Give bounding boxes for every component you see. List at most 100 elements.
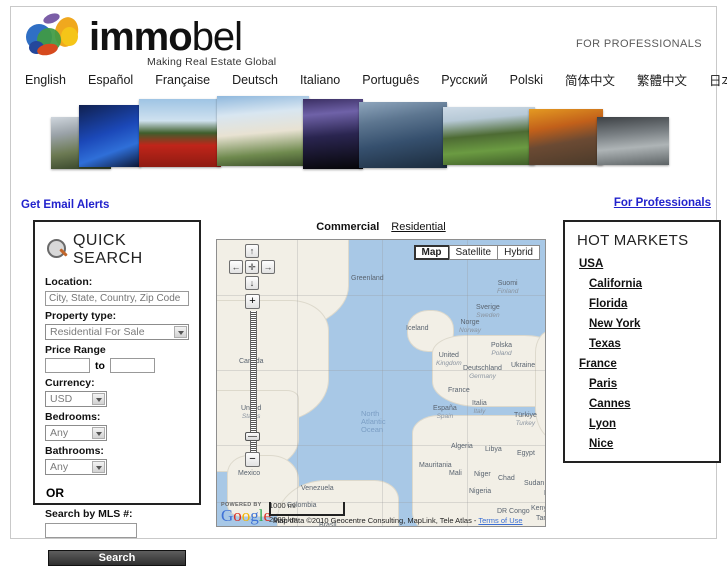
price-range-label: Price Range — [45, 344, 106, 356]
zoom-out-button[interactable]: − — [245, 452, 260, 467]
bedrooms-value: Any — [50, 427, 69, 439]
chevron-down-icon — [92, 427, 105, 439]
price-min-input[interactable] — [45, 358, 90, 373]
currency-select[interactable]: USD — [45, 391, 107, 407]
property-type-select[interactable]: Residential For Sale — [45, 324, 189, 340]
language-link-3[interactable]: Deutsch — [232, 73, 278, 87]
pan-left-button[interactable]: ← — [229, 260, 243, 274]
bedrooms-select[interactable]: Any — [45, 425, 107, 441]
banner-photo-vineyard — [443, 107, 535, 165]
map-type-satellite[interactable]: Satellite — [448, 245, 499, 260]
tab-commercial[interactable]: Commercial — [316, 221, 379, 233]
map-pan-control: ↑ ← ✛ → ↓ — [229, 244, 275, 290]
scale-bar — [269, 502, 345, 516]
hot-market-new-york[interactable]: New York — [589, 318, 707, 330]
map-label-venezuela: Venezuela — [301, 485, 334, 492]
hot-market-france[interactable]: France — [579, 358, 707, 370]
search-button[interactable]: Search — [48, 550, 186, 566]
map-type-switcher: Map Satellite Hybrid — [413, 245, 540, 260]
map-type-hybrid[interactable]: Hybrid — [497, 245, 540, 260]
map-attribution: Map data ©2010 Geocentre Consulting, Map… — [273, 516, 523, 525]
banner-photo-blue-snow-house — [79, 105, 141, 167]
language-link-10[interactable]: 日本語 — [709, 70, 727, 89]
hot-market-cannes[interactable]: Cannes — [589, 398, 707, 410]
price-range-row: to — [45, 358, 189, 373]
language-link-4[interactable]: Italiano — [300, 73, 340, 87]
language-link-1[interactable]: Español — [88, 73, 133, 87]
bathrooms-select[interactable]: Any — [45, 459, 107, 475]
map-label-españa: España Spain — [433, 405, 457, 420]
attribution-text: Map data ©2010 Geocentre Consulting, Map… — [273, 516, 477, 525]
chevron-down-icon — [174, 326, 187, 338]
map-label-united: United Kingdom — [436, 352, 462, 367]
alerts-row: Get Email Alerts For Professionals — [21, 197, 711, 213]
pan-up-button[interactable]: ↑ — [245, 244, 259, 258]
location-label: Location: — [45, 276, 93, 288]
language-link-7[interactable]: Polski — [510, 73, 543, 87]
map-label-tanzania: Tanzania — [536, 515, 545, 522]
map-label-norge: Norge Norway — [459, 319, 482, 334]
map-label-ethiop: Ethiop — [544, 490, 545, 498]
hot-market-california[interactable]: California — [589, 278, 707, 290]
banner-photo-stone-house — [597, 117, 669, 165]
wordmark: immobel — [89, 15, 243, 59]
language-link-0[interactable]: English — [25, 73, 66, 87]
hot-market-paris[interactable]: Paris — [589, 378, 707, 390]
language-link-6[interactable]: Русский — [441, 73, 487, 87]
language-link-9[interactable]: 繁體中文 — [637, 70, 687, 89]
banner-photo-white-mansion — [217, 96, 309, 166]
map-label-dr-congo: DR Congo — [497, 508, 530, 515]
terms-of-use-link[interactable]: Terms of Use — [478, 516, 522, 525]
google-branding: POWERED BY Google — [221, 502, 271, 524]
map-label-mexico: Mexico — [238, 470, 261, 477]
tab-residential[interactable]: Residential — [391, 221, 445, 233]
zoom-in-button[interactable]: + — [245, 294, 260, 309]
hot-market-lyon[interactable]: Lyon — [589, 418, 707, 430]
hot-market-usa[interactable]: USA — [579, 258, 707, 270]
map-label-sudan: Sudan — [524, 480, 545, 487]
for-professionals-link[interactable]: For Professionals — [614, 197, 711, 209]
hot-market-florida[interactable]: Florida — [589, 298, 707, 310]
photo-banner — [51, 95, 711, 173]
language-link-2[interactable]: Française — [155, 73, 210, 87]
map-label-greenland: Greenland — [351, 275, 384, 282]
hot-market-nice[interactable]: Nice — [589, 438, 707, 450]
map-label-egypt: Egypt — [517, 450, 535, 457]
hot-market-texas[interactable]: Texas — [589, 338, 707, 350]
banner-photo-red-poppy-field — [139, 99, 221, 167]
language-link-8[interactable]: 简体中文 — [565, 70, 615, 89]
map-label-chad: Chad — [498, 475, 515, 482]
quick-search-title: QUICK SEARCH — [72, 232, 143, 267]
map-canvas[interactable]: Greenland Iceland Suomi Finland Sverige Swede… — [216, 239, 546, 527]
brand-thin: bel — [191, 15, 243, 59]
for-professionals-top-link[interactable]: FOR PROFESSIONALS — [576, 38, 702, 50]
price-to-label: to — [95, 359, 105, 372]
map-label-nigeria: Nigeria — [469, 488, 492, 495]
mls-input[interactable] — [45, 523, 137, 538]
banner-photo-autumn-cabin — [529, 109, 603, 165]
pan-center-button[interactable]: ✛ — [245, 260, 259, 274]
map-type-map[interactable]: Map — [413, 245, 450, 260]
property-type-value: Residential For Sale — [50, 326, 145, 338]
page-root: immobel Making Real Estate Global FOR PR… — [0, 0, 727, 566]
hot-markets-title: HOT MARKETS — [577, 232, 689, 249]
brand-bold: immo — [89, 15, 193, 59]
site-logo[interactable]: immobel — [23, 11, 243, 61]
pan-right-button[interactable]: → — [261, 260, 275, 274]
brand-name: immobel — [89, 15, 243, 59]
map-label-deutschland: Deutschland Germany — [463, 365, 502, 380]
brand-tagline: Making Real Estate Global — [147, 56, 277, 68]
map-label-algeria: Algeria — [451, 443, 473, 450]
price-max-input[interactable] — [109, 358, 155, 373]
location-input[interactable] — [45, 291, 189, 306]
gridline-h-0 — [217, 295, 545, 296]
language-link-5[interactable]: Português — [362, 73, 419, 87]
get-email-alerts-link[interactable]: Get Email Alerts — [21, 199, 109, 211]
map-label-kenya: Kenya — [531, 505, 545, 512]
map-label-sverige: Sverige Sweden — [476, 304, 500, 319]
bathrooms-label: Bathrooms: — [45, 445, 104, 457]
site-frame: immobel Making Real Estate Global FOR PR… — [10, 6, 727, 566]
map-label-france: France — [448, 387, 470, 394]
zoom-slider-handle[interactable] — [245, 432, 260, 441]
pan-down-button[interactable]: ↓ — [245, 276, 259, 290]
